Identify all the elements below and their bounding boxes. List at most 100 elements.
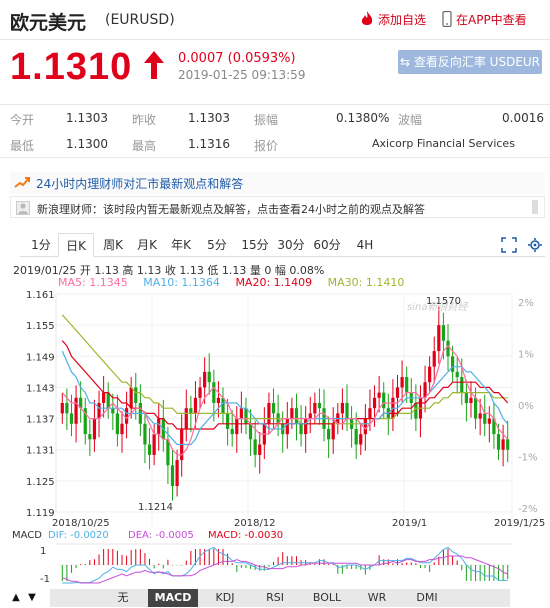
candle-body <box>368 408 372 419</box>
indicator-wr[interactable]: WR <box>354 589 400 607</box>
candle-body <box>437 325 441 352</box>
flame-icon <box>360 11 374 31</box>
dif-label: DIF: -0.0020 <box>48 530 109 541</box>
next-arrow-icon[interactable]: ▼ <box>24 589 40 607</box>
y-tick-label: 1.155 <box>26 321 55 332</box>
indicator-boll[interactable]: BOLL <box>302 589 352 607</box>
stat-label: 报价 <box>254 139 279 153</box>
candle-body <box>414 403 418 419</box>
x-tick-label: 2018/10/25 <box>52 518 110 529</box>
candle-body <box>285 418 289 435</box>
tab-1min[interactable]: 1分 <box>26 233 56 257</box>
stat-label: 最低 <box>10 139 35 153</box>
candle-body <box>423 382 427 398</box>
stat-label: 波幅 <box>398 113 423 127</box>
candle-body <box>129 387 133 409</box>
indicator-macd[interactable]: MACD <box>148 589 198 607</box>
tab-monthly[interactable]: 月K <box>132 233 162 257</box>
candle-body <box>120 423 124 435</box>
candle-body <box>359 434 363 445</box>
stat-value: 0.1380% <box>336 111 390 125</box>
indicator-rsi[interactable]: RSI <box>252 589 298 607</box>
candle-body <box>244 408 248 424</box>
y-tick-label: 1.137 <box>26 415 55 426</box>
candle-body <box>193 397 198 414</box>
y-tick-label: 1.143 <box>26 383 55 394</box>
add-favorite-button[interactable]: 添加自选 <box>378 11 426 28</box>
indicator-dmi[interactable]: DMI <box>404 589 450 607</box>
candle-body <box>354 428 358 445</box>
view-in-app-button[interactable]: 在APP中查看 <box>456 11 527 28</box>
candle-body <box>115 413 120 435</box>
candle-body <box>157 418 161 435</box>
stat-value: 1.1300 <box>66 137 108 151</box>
candle-body <box>92 418 97 440</box>
quote-time: 2019-01-25 09:13:59 <box>178 68 306 82</box>
candle-body <box>372 397 377 409</box>
candle-body <box>304 418 308 435</box>
y-right-tick-label: 1% <box>518 350 534 361</box>
stat-value: 1.1303 <box>66 111 108 125</box>
candle-body <box>235 418 239 435</box>
candle-body <box>345 403 349 419</box>
indicator-none[interactable]: 无 <box>100 589 146 607</box>
phone-icon <box>442 10 452 31</box>
y-right-tick-label: -1% <box>518 453 537 464</box>
tab-yearly[interactable]: 年K <box>166 233 196 257</box>
quote-provider: Axicorp Financial Services <box>372 137 515 150</box>
macd-y-label: 1 <box>40 546 46 557</box>
candle-body <box>363 418 367 435</box>
candle-body <box>221 397 225 414</box>
candle-body <box>69 413 74 424</box>
tab-30min[interactable]: 30分 <box>274 233 308 257</box>
tab-4h[interactable]: 4H <box>350 233 380 257</box>
news-text: 新浪理财师：该时段内暂无最新观点及解答，点击查看24小时之前的观点及解答 <box>37 203 425 216</box>
candle-body <box>184 408 188 429</box>
candle-body <box>258 444 262 455</box>
settings-icon[interactable] <box>528 237 542 257</box>
stat-label: 昨收 <box>132 113 157 127</box>
candle-body <box>455 371 459 378</box>
low-annotation: 1.1214 <box>138 502 173 513</box>
fullscreen-icon[interactable] <box>501 237 517 257</box>
candle-body <box>460 377 464 393</box>
stat-value: 1.1316 <box>188 137 230 151</box>
candle-body <box>253 439 257 455</box>
tab-5min[interactable]: 5分 <box>202 233 232 257</box>
stat-value: 1.1303 <box>188 111 230 125</box>
candle-body <box>405 377 409 393</box>
candle-body <box>294 408 299 424</box>
news-item[interactable]: 新浪理财师：该时段内暂无最新观点及解答，点击查看24小时之前的观点及解答 <box>10 196 545 218</box>
tab-60min[interactable]: 60分 <box>310 233 344 257</box>
candle-body <box>225 413 230 429</box>
candle-body <box>216 397 221 403</box>
candle-body <box>469 397 473 403</box>
reverse-rate-button[interactable]: ⇆ 查看反向汇率 USDEUR <box>398 50 542 74</box>
candle-body <box>230 428 234 435</box>
page-title: 欧元美元 <box>10 12 87 34</box>
candle-body <box>377 392 381 398</box>
news-header[interactable]: 24小时内理财师对汇市最新观点和解答 <box>10 172 545 194</box>
x-tick-label: 2019/1/25 <box>494 518 545 529</box>
candle-body <box>327 428 331 440</box>
candle-body <box>313 403 317 414</box>
candle-body <box>102 392 106 403</box>
candle-body <box>382 392 386 409</box>
candle-body <box>189 408 193 414</box>
y-tick-label: 1.149 <box>26 352 55 363</box>
tab-daily[interactable]: 日K <box>58 233 94 257</box>
candle-body <box>501 439 505 450</box>
indicator-kdj[interactable]: KDJ <box>202 589 248 607</box>
high-annotation: 1.1570 <box>426 296 461 307</box>
candle-body <box>464 392 468 403</box>
candle-body <box>483 413 487 424</box>
tab-weekly[interactable]: 周K <box>98 233 128 257</box>
candle-body <box>124 408 129 424</box>
kline-chart[interactable]: 1.161 1.155 1.149 1.143 1.137 1.131 1.125 1.119… <box>0 286 550 586</box>
candle-body <box>271 403 276 414</box>
prev-arrow-icon[interactable]: ▲ <box>8 589 24 607</box>
scrollbar[interactable] <box>532 200 538 214</box>
stat-label: 振幅 <box>254 113 279 127</box>
tab-15min[interactable]: 15分 <box>238 233 272 257</box>
candle-body <box>267 403 271 424</box>
